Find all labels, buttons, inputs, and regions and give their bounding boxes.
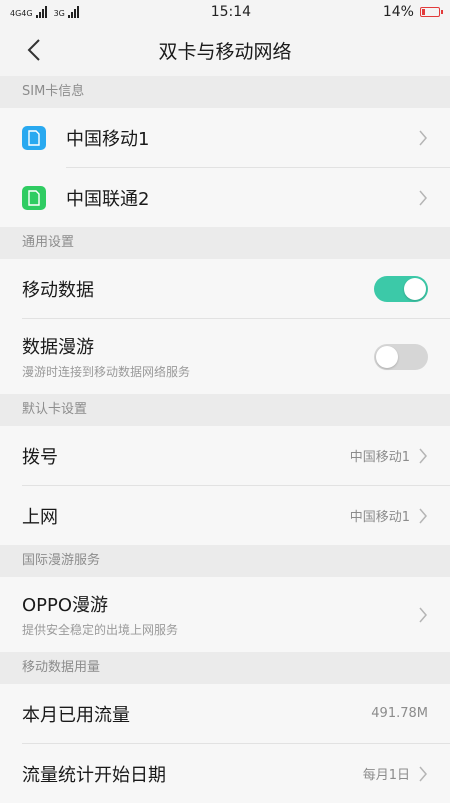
internet-value: 中国移动1: [349, 510, 410, 525]
chevron-left-icon: [27, 39, 40, 61]
page-title: 双卡与移动网络: [158, 40, 292, 63]
roaming-label: 数据漫游: [22, 337, 94, 358]
start-date-row[interactable]: 流量统计开始日期 每月1日: [0, 744, 450, 803]
dial-value: 中国移动1: [349, 450, 410, 465]
section-header-intl: 国际漫游服务: [0, 545, 450, 577]
sim-item-1[interactable]: 中国移动1: [0, 108, 450, 167]
section-header-general: 通用设置: [0, 227, 450, 259]
dial-row[interactable]: 拨号 中国移动1: [0, 426, 450, 485]
back-button[interactable]: [20, 36, 48, 64]
internet-row[interactable]: 上网 中国移动1: [0, 486, 450, 545]
sim-item-label: 中国移动1: [66, 128, 150, 150]
roaming-description: 漫游时连接到移动数据网络服务: [22, 365, 191, 379]
sim-card-icon: [22, 125, 46, 150]
chevron-right-icon: [419, 448, 427, 463]
month-used-label: 本月已用流量: [22, 704, 130, 726]
mobile-data-toggle[interactable]: [374, 275, 428, 302]
start-date-label: 流量统计开始日期: [22, 764, 166, 786]
oppo-roaming-row[interactable]: OPPO漫游 提供安全稳定的出境上网服务: [0, 577, 450, 652]
sim-group: 中国移动1 中国联通2: [0, 108, 450, 227]
mobile-data-row: 移动数据: [0, 259, 450, 318]
section-header-default-card: 默认卡设置: [0, 394, 450, 426]
month-used-value: 491.78M: [371, 706, 428, 721]
network-type-right: 3G: [53, 9, 65, 18]
roaming-toggle[interactable]: [374, 343, 428, 370]
internet-label: 上网: [22, 506, 58, 528]
roaming-row: 数据漫游 漫游时连接到移动数据网络服务: [0, 319, 450, 394]
battery-status: 14%: [382, 4, 443, 20]
clock: 15:14: [210, 4, 252, 20]
status-bar: 4G4G 3G 15:14 14%: [0, 0, 450, 24]
signal-indicators: 4G4G 3G: [10, 6, 79, 18]
chevron-right-icon: [419, 607, 427, 622]
chevron-right-icon: [419, 766, 427, 781]
section-header-sim: SIM卡信息: [0, 76, 450, 108]
intl-group: OPPO漫游 提供安全稳定的出境上网服务: [0, 577, 450, 652]
usage-group: 本月已用流量 491.78M 流量统计开始日期 每月1日: [0, 684, 450, 803]
mobile-data-label: 移动数据: [22, 279, 94, 301]
battery-percent: 14%: [382, 4, 414, 20]
month-used-row: 本月已用流量 491.78M: [0, 684, 450, 743]
general-group: 移动数据 数据漫游 漫游时连接到移动数据网络服务: [0, 259, 450, 394]
chevron-right-icon: [419, 130, 427, 145]
sim-item-label: 中国联通2: [66, 188, 150, 210]
chevron-right-icon: [419, 190, 427, 205]
signal-icon-2: [67, 6, 79, 18]
section-header-usage: 移动数据用量: [0, 652, 450, 684]
sim-item-2[interactable]: 中国联通2: [0, 168, 450, 227]
oppo-roaming-label: OPPO漫游: [22, 595, 109, 616]
battery-icon: [419, 7, 443, 17]
start-date-value: 每月1日: [362, 768, 410, 783]
oppo-roaming-description: 提供安全稳定的出境上网服务: [22, 623, 179, 637]
sim-card-icon: [22, 185, 46, 210]
network-type-left: 4G4G: [10, 9, 33, 18]
app-bar: 双卡与移动网络: [0, 24, 450, 76]
dial-label: 拨号: [22, 446, 58, 468]
default-card-group: 拨号 中国移动1 上网 中国移动1: [0, 426, 450, 545]
chevron-right-icon: [419, 508, 427, 523]
signal-icon: [35, 6, 47, 18]
